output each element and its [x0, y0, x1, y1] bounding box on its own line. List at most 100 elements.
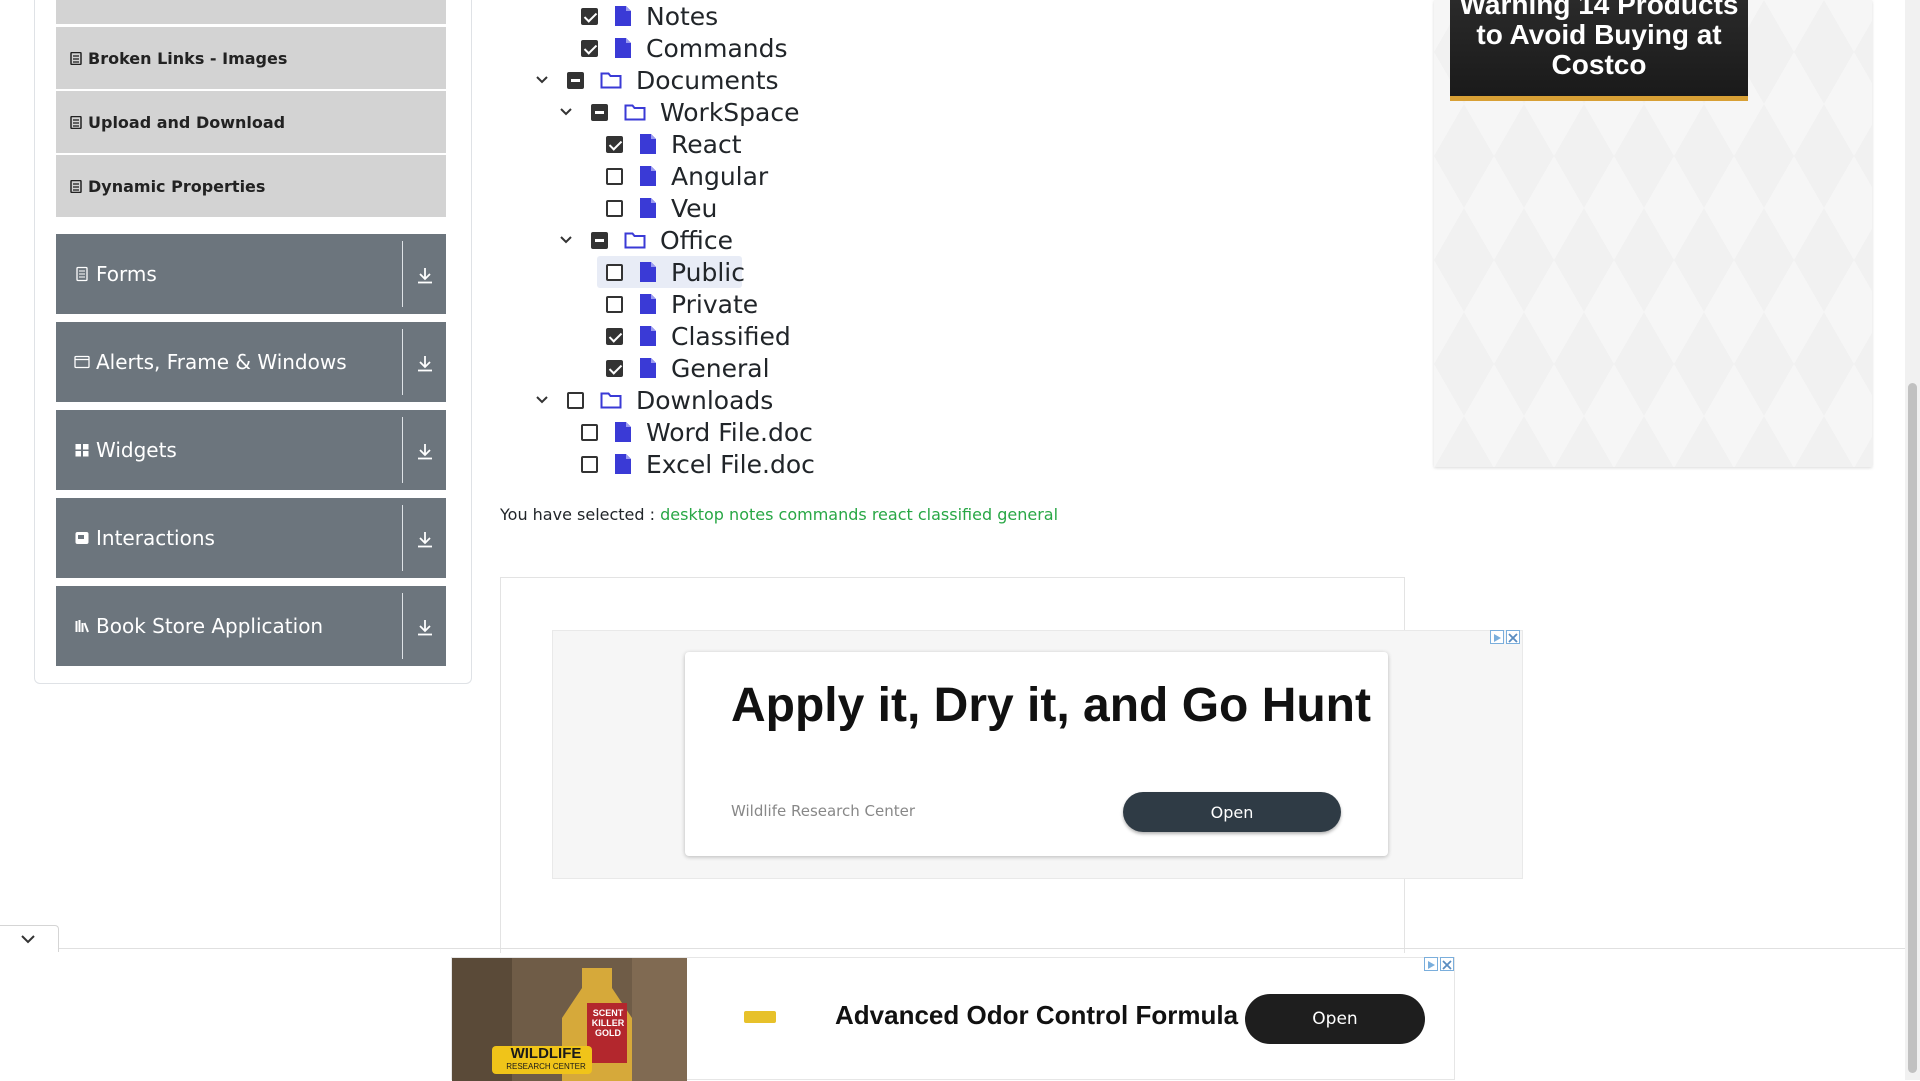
- result-item: desktop: [660, 505, 724, 524]
- sidebar-group-label: Interactions: [96, 526, 215, 550]
- sidebar-item-label: Dynamic Properties: [88, 176, 266, 196]
- ad-headline[interactable]: Advanced Odor Control Formula: [835, 1000, 1238, 1031]
- tree-checkbox[interactable]: [581, 423, 598, 441]
- tree-node-label[interactable]: React: [671, 130, 742, 159]
- ad-product-image[interactable]: WILDLIFE RESEARCH CENTER SCENT KILLER GO…: [452, 958, 687, 1081]
- tree-node-label[interactable]: General: [671, 354, 770, 383]
- folder-icon: [624, 104, 646, 121]
- interactions-icon: [75, 532, 89, 544]
- sidebar-group-widgets[interactable]: Widgets: [56, 410, 446, 490]
- adchoices-icon[interactable]: [1424, 957, 1438, 971]
- tree-node-label[interactable]: Classified: [671, 322, 791, 351]
- tree-node-general[interactable]: General: [606, 352, 770, 384]
- library-icon: [75, 620, 89, 633]
- sidebar-group-label: Widgets: [96, 438, 177, 462]
- tree-checkbox[interactable]: [606, 199, 623, 217]
- ad-close-icon[interactable]: [1506, 630, 1520, 644]
- tree-node-label[interactable]: Word File.doc: [646, 418, 813, 447]
- sidebar-item-broken-links[interactable]: Broken Links - Images: [56, 27, 446, 89]
- tree-checkbox[interactable]: [606, 327, 623, 345]
- sidebar-item-dynamic-properties[interactable]: Dynamic Properties: [56, 155, 446, 217]
- ad-close-icon[interactable]: [1440, 957, 1454, 971]
- tree-node-notes[interactable]: Notes: [581, 0, 718, 32]
- download-icon[interactable]: [414, 616, 436, 638]
- tree-node-documents[interactable]: Documents: [567, 64, 779, 96]
- tree-node-label[interactable]: Downloads: [636, 386, 773, 415]
- tree-node-word-file[interactable]: Word File.doc: [581, 416, 813, 448]
- sidebar-group-label: Alerts, Frame & Windows: [96, 350, 347, 374]
- sidebar-item-upload-download[interactable]: Upload and Download: [56, 91, 446, 153]
- ad-advertiser: Wildlife Research Center: [731, 802, 916, 820]
- window-icon: [74, 355, 90, 369]
- tree-checkbox[interactable]: [581, 39, 598, 57]
- sidebar-group-alerts[interactable]: Alerts, Frame & Windows: [56, 322, 446, 402]
- download-icon[interactable]: [414, 264, 436, 286]
- tree-node-label[interactable]: Notes: [646, 2, 718, 31]
- ad-card[interactable]: Apply it, Dry it, and Go Hunt Wildlife R…: [685, 652, 1388, 856]
- sidebar-item-elements-previous[interactable]: [56, 0, 446, 24]
- sidebar-item-icon: [70, 179, 82, 193]
- selection-result: You have selected : desktop notes comman…: [500, 505, 1058, 524]
- sidebar-group-book-store[interactable]: Book Store Application: [56, 586, 446, 666]
- tree-node-public[interactable]: Public: [606, 256, 745, 288]
- tree-node-private[interactable]: Private: [606, 288, 758, 320]
- file-icon: [615, 454, 631, 474]
- tree-checkbox[interactable]: [606, 295, 623, 313]
- tree-node-classified[interactable]: Classified: [606, 320, 791, 352]
- tree-node-label[interactable]: Excel File.doc: [646, 450, 815, 479]
- chevron-down-icon[interactable]: [558, 232, 574, 248]
- file-icon: [640, 134, 656, 154]
- tree-node-angular[interactable]: Angular: [606, 160, 768, 192]
- tree-node-label[interactable]: Documents: [636, 66, 779, 95]
- tree-node-label[interactable]: Office: [660, 226, 733, 255]
- divider: [402, 505, 403, 571]
- tree-checkbox[interactable]: [606, 359, 623, 377]
- chevron-down-icon[interactable]: [534, 392, 550, 408]
- tree-node-downloads[interactable]: Downloads: [567, 384, 773, 416]
- divider: [402, 329, 403, 395]
- chevron-down-icon[interactable]: [558, 104, 574, 120]
- ad-open-button[interactable]: Open: [1123, 792, 1341, 832]
- file-icon: [640, 262, 656, 282]
- collapse-ad-button[interactable]: [0, 925, 59, 952]
- tree-node-workspace[interactable]: WorkSpace: [591, 96, 800, 128]
- tree-node-commands[interactable]: Commands: [581, 32, 788, 64]
- file-icon: [615, 422, 631, 442]
- chevron-down-icon[interactable]: [534, 72, 550, 88]
- tree-checkbox[interactable]: [581, 455, 598, 473]
- tree-checkbox[interactable]: [567, 71, 584, 89]
- right-ad[interactable]: Warning 14 Products to Avoid Buying at C…: [1434, 0, 1872, 467]
- tree-node-label[interactable]: Veu: [671, 194, 717, 223]
- tree-checkbox[interactable]: [606, 263, 623, 281]
- tree-node-label[interactable]: Angular: [671, 162, 768, 191]
- tree-checkbox[interactable]: [581, 7, 598, 25]
- file-icon: [615, 38, 631, 58]
- tree-node-react[interactable]: React: [606, 128, 742, 160]
- tree-checkbox[interactable]: [606, 135, 623, 153]
- file-icon: [640, 166, 656, 186]
- download-icon[interactable]: [414, 352, 436, 374]
- result-item: commands: [778, 505, 867, 524]
- bottom-ad[interactable]: WILDLIFE RESEARCH CENTER SCENT KILLER GO…: [451, 957, 1455, 1081]
- scrollbar-thumb[interactable]: [1908, 383, 1917, 1073]
- tree-checkbox[interactable]: [591, 231, 608, 249]
- tree-node-veu[interactable]: Veu: [606, 192, 717, 224]
- tree-node-office[interactable]: Office: [591, 224, 733, 256]
- sidebar-group-forms[interactable]: Forms: [56, 234, 446, 314]
- sidebar-group-interactions[interactable]: Interactions: [56, 498, 446, 578]
- tree-node-excel-file[interactable]: Excel File.doc: [581, 448, 815, 480]
- ad-open-button[interactable]: Open: [1245, 994, 1425, 1044]
- right-ad-headline[interactable]: Warning 14 Products to Avoid Buying at C…: [1450, 0, 1748, 80]
- download-icon[interactable]: [414, 528, 436, 550]
- tree-node-label[interactable]: WorkSpace: [660, 98, 800, 127]
- tree-checkbox[interactable]: [567, 391, 584, 409]
- tree-checkbox[interactable]: [606, 167, 623, 185]
- tree-node-label[interactable]: Private: [671, 290, 758, 319]
- ad-headline[interactable]: Apply it, Dry it, and Go Hunt: [731, 678, 1371, 733]
- tree-checkbox[interactable]: [591, 103, 608, 121]
- adchoices-icon[interactable]: [1490, 630, 1504, 644]
- right-ad-image[interactable]: Warning 14 Products to Avoid Buying at C…: [1450, 0, 1748, 101]
- tree-node-label[interactable]: Commands: [646, 34, 788, 63]
- download-icon[interactable]: [414, 440, 436, 462]
- tree-node-label[interactable]: Public: [671, 258, 745, 287]
